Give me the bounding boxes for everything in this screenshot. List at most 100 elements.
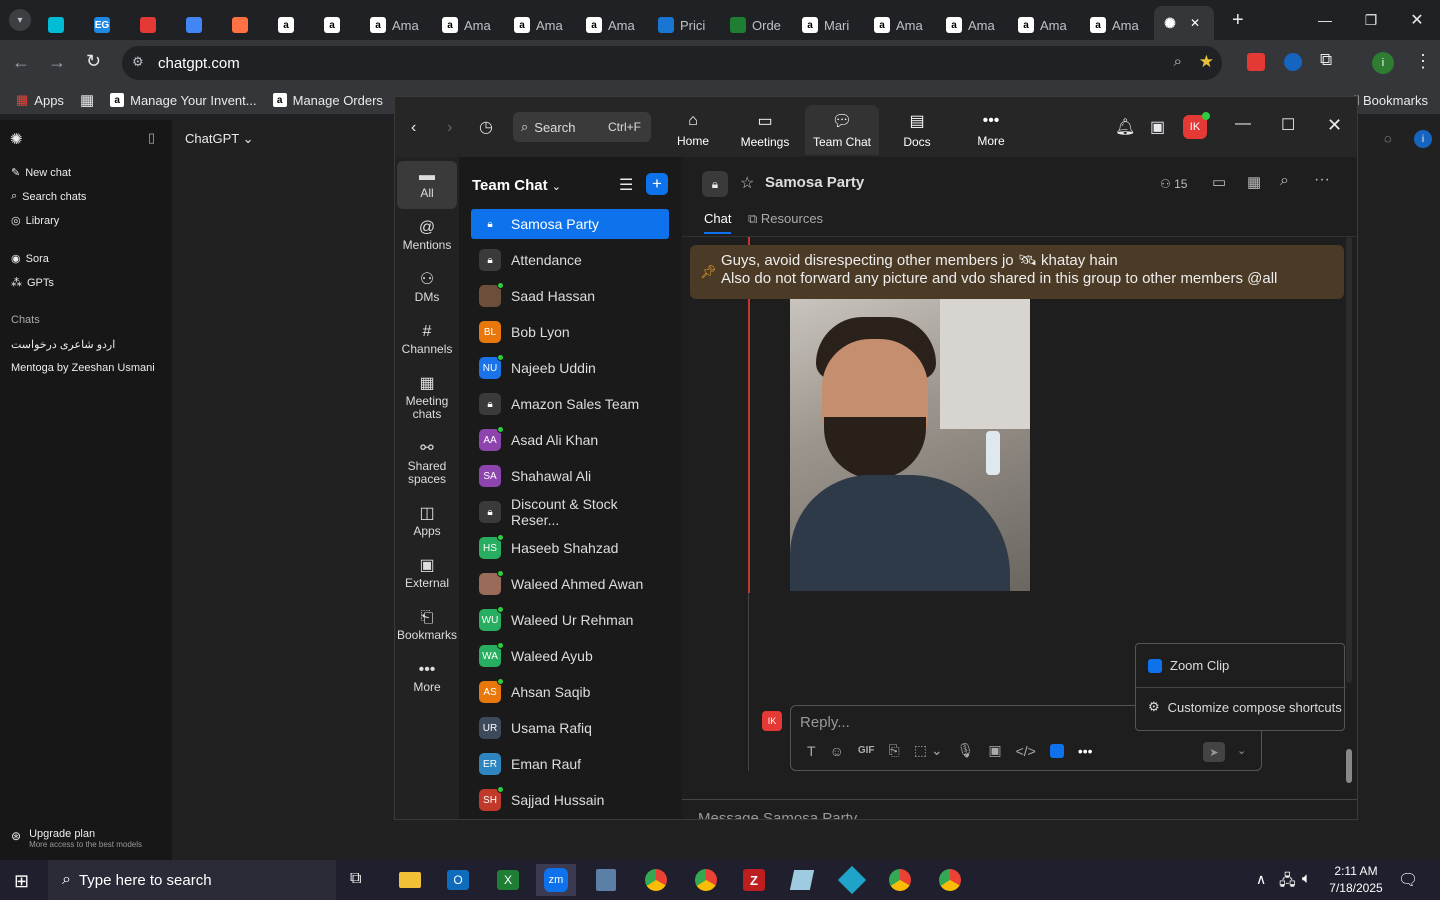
extension-blue-icon[interactable] bbox=[1284, 53, 1302, 71]
channel-item[interactable]: 🔒︎ Samosa Party bbox=[471, 209, 669, 239]
temporary-chat-icon[interactable]: ◌ bbox=[1384, 131, 1392, 146]
rail-meeting-chats[interactable]: ▦ Meeting chats bbox=[397, 369, 457, 431]
maximize-icon[interactable]: ☐ bbox=[1281, 115, 1295, 135]
new-tab-button[interactable]: + bbox=[1232, 9, 1244, 32]
back-icon[interactable]: ← bbox=[12, 52, 30, 73]
browser-tab[interactable]: a Ama bbox=[1082, 10, 1154, 40]
reply-input[interactable]: Reply... bbox=[800, 714, 850, 731]
forward-icon[interactable]: → bbox=[48, 52, 66, 73]
tab-chat[interactable]: Chat bbox=[704, 211, 732, 234]
chrome-icon-3[interactable] bbox=[930, 864, 970, 896]
windows-start-icon[interactable]: ⊞ bbox=[14, 871, 29, 892]
extensions-puzzle-icon[interactable]: ⧉ bbox=[1320, 50, 1332, 70]
emoji-icon[interactable]: ☺ bbox=[830, 743, 844, 759]
clock[interactable]: 2:11 AM 7/18/2025 bbox=[1328, 863, 1384, 897]
user-avatar[interactable]: i bbox=[1414, 130, 1432, 148]
browser-tab[interactable]: a bbox=[316, 10, 362, 40]
profile-avatar[interactable]: IK bbox=[1183, 112, 1210, 139]
vpn-app-icon[interactable] bbox=[832, 864, 872, 896]
filter-icon[interactable]: ☰ bbox=[619, 175, 633, 195]
history-icon[interactable]: ◷ bbox=[479, 117, 493, 137]
calendar-icon[interactable]: ▦ bbox=[1247, 173, 1261, 191]
filezilla-icon[interactable]: Z bbox=[734, 864, 774, 896]
compose-input[interactable]: Message Samosa Party bbox=[698, 810, 857, 819]
address-bar[interactable]: ⚙ chatgpt.com ⌕ ★ bbox=[122, 46, 1222, 80]
upgrade-plan-button[interactable]: ⊛ Upgrade plan More access to the best mo… bbox=[11, 828, 142, 849]
excel-icon[interactable]: X bbox=[488, 864, 528, 896]
rail-channels[interactable]: # Channels bbox=[397, 317, 457, 365]
sora-button[interactable]: ◉ Sora bbox=[11, 252, 49, 266]
chat-history-item[interactable]: Mentoga by Zeeshan Usmani bbox=[11, 362, 155, 374]
browser-tab[interactable]: Orde bbox=[722, 10, 794, 40]
nav-team-chat[interactable]: 💬︎ Team Chat bbox=[805, 105, 879, 155]
sidebar-toggle-icon[interactable]: ▯ bbox=[148, 130, 155, 146]
channel-item[interactable]: BL Bob Lyon bbox=[471, 317, 669, 347]
calculator-icon[interactable] bbox=[586, 864, 626, 896]
notes-app-icon[interactable] bbox=[782, 864, 822, 896]
bookmark-apps[interactable]: ▦ Apps bbox=[16, 92, 64, 108]
profile-avatar[interactable]: i bbox=[1372, 52, 1394, 74]
scrollbar-thumb[interactable] bbox=[1346, 749, 1352, 783]
tab-close-icon[interactable]: ✕ bbox=[1190, 16, 1200, 30]
site-info-icon[interactable]: ⚙ bbox=[132, 54, 144, 70]
network-icon[interactable]: 🖧︎ bbox=[1279, 870, 1296, 895]
browser-tab[interactable]: a Ama bbox=[1010, 10, 1082, 40]
video-call-icon[interactable]: ▭ bbox=[1212, 173, 1226, 191]
screenshot-icon[interactable]: ⬚ ⌄ bbox=[914, 742, 943, 759]
browser-tab[interactable]: Prici bbox=[650, 10, 722, 40]
channel-item[interactable]: Waleed Ahmed Awan bbox=[471, 569, 669, 599]
nav-home[interactable]: ⌂ Home bbox=[656, 105, 730, 155]
browser-tab[interactable]: a Ama bbox=[866, 10, 938, 40]
rail-external[interactable]: ▣ External bbox=[397, 551, 457, 599]
shared-photo[interactable] bbox=[790, 299, 1030, 591]
new-chat-plus-button[interactable]: + bbox=[646, 173, 668, 195]
chrome-icon[interactable] bbox=[636, 864, 676, 896]
microphone-icon[interactable]: 🎙︎ bbox=[957, 742, 975, 759]
pinned-message[interactable]: 📌︎ Guys, avoid disrespecting other membe… bbox=[690, 245, 1344, 299]
notifications-bell-icon[interactable]: 🔔︎ bbox=[1115, 117, 1135, 137]
file-icon[interactable]: ⎘ bbox=[889, 742, 900, 759]
browser-tab[interactable]: a bbox=[270, 10, 316, 40]
search-box[interactable]: ⌕ Search Ctrl+F bbox=[513, 112, 651, 142]
minimize-icon[interactable]: — bbox=[1235, 115, 1251, 133]
member-count[interactable]: ⚇ 15 bbox=[1160, 177, 1187, 191]
rail-apps[interactable]: ◫ Apps bbox=[397, 499, 457, 547]
browser-tab[interactable] bbox=[132, 10, 178, 40]
scrollbar[interactable] bbox=[1346, 237, 1352, 683]
channel-item[interactable]: SH Sajjad Hussain bbox=[471, 785, 669, 815]
rail-all[interactable]: ▬ All bbox=[397, 161, 457, 209]
channel-item[interactable]: AS Ahsan Saqib bbox=[471, 677, 669, 707]
browser-tab[interactable]: a Mari bbox=[794, 10, 866, 40]
channel-item[interactable]: 🔒︎ Discount & Stock Reser... bbox=[471, 496, 669, 528]
zoom-taskbar-icon[interactable]: zm bbox=[536, 864, 576, 896]
gpts-button[interactable]: ⁂ GPTs bbox=[11, 276, 54, 290]
bookmark-manage-inventory[interactable]: a Manage Your Invent... bbox=[110, 93, 257, 108]
rail-mentions[interactable]: @ Mentions bbox=[397, 213, 457, 261]
tab-resources[interactable]: ⧉ Resources bbox=[748, 211, 823, 227]
channel-item[interactable]: SA Shahawal Ali bbox=[471, 461, 669, 491]
browser-tab[interactable]: a Ama bbox=[938, 10, 1010, 40]
close-icon[interactable]: ✕ bbox=[1327, 115, 1342, 136]
bookmark-grid[interactable]: ▦ bbox=[80, 91, 94, 109]
send-options-chevron-icon[interactable]: ⌄ bbox=[1237, 744, 1246, 757]
task-view-icon[interactable]: ⧉ bbox=[350, 870, 361, 888]
library-button[interactable]: ◎ Library bbox=[11, 214, 59, 228]
rail-shared-spaces[interactable]: ⚯ Shared spaces bbox=[397, 434, 457, 496]
video-message-icon[interactable]: ▣ bbox=[988, 742, 1001, 759]
browser-tab[interactable] bbox=[40, 10, 86, 40]
channel-item[interactable]: 🔒︎ Attendance bbox=[471, 245, 669, 275]
zoom-clip-icon[interactable] bbox=[1049, 743, 1064, 758]
channel-item[interactable]: NU Najeeb Uddin bbox=[471, 353, 669, 383]
browser-tab[interactable] bbox=[178, 10, 224, 40]
minimize-icon[interactable]: — bbox=[1302, 12, 1348, 28]
whiteboard-icon[interactable]: ▣ bbox=[1150, 117, 1165, 137]
channel-item[interactable]: WA Waleed Ayub bbox=[471, 641, 669, 671]
more-options-icon[interactable]: ··· bbox=[1314, 171, 1330, 189]
gif-icon[interactable]: GIF bbox=[858, 745, 875, 756]
list-header[interactable]: Team Chat ⌄ bbox=[472, 177, 561, 194]
search-chats-button[interactable]: ⌕ Search chats bbox=[11, 190, 86, 203]
reload-icon[interactable]: ↻ bbox=[86, 51, 101, 72]
chrome-icon-2[interactable] bbox=[880, 864, 920, 896]
chrome-profile-icon[interactable] bbox=[686, 864, 726, 896]
outlook-icon[interactable]: O bbox=[438, 864, 478, 896]
